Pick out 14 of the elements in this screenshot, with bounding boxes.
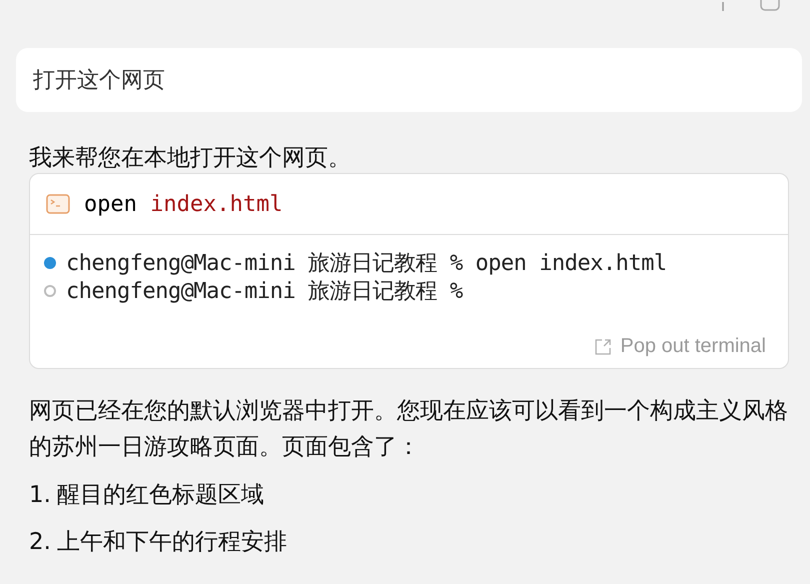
external-link-icon [594, 338, 612, 356]
user-message: 打开这个网页 [16, 48, 802, 112]
terminal-command: open index.html [84, 192, 283, 216]
reply-paragraph: 网页已经在您的默认浏览器中打开。您现在应该可以看到一个构成主义风格的苏州一日游攻略页面。页面包含了： [29, 397, 788, 462]
list-number: 2. [29, 528, 51, 557]
terminal-output-line: chengfeng@Mac-mini 旅游日记教程 % open index.html [66, 250, 667, 278]
terminal-output-line: chengfeng@Mac-mini 旅游日记教程 % [66, 278, 463, 306]
list-item-text: 醒目的红色标题区域 [56, 481, 264, 510]
copy-icon[interactable] [758, 0, 780, 12]
pop-out-terminal-link[interactable]: Pop out terminal [594, 335, 766, 358]
list-item-text: 上午和下午的行程安排 [56, 528, 287, 557]
list-number: 1. [29, 481, 51, 510]
terminal-icon [46, 194, 70, 214]
reply-text: 我来帮您在本地打开这个网页。 [29, 144, 352, 173]
